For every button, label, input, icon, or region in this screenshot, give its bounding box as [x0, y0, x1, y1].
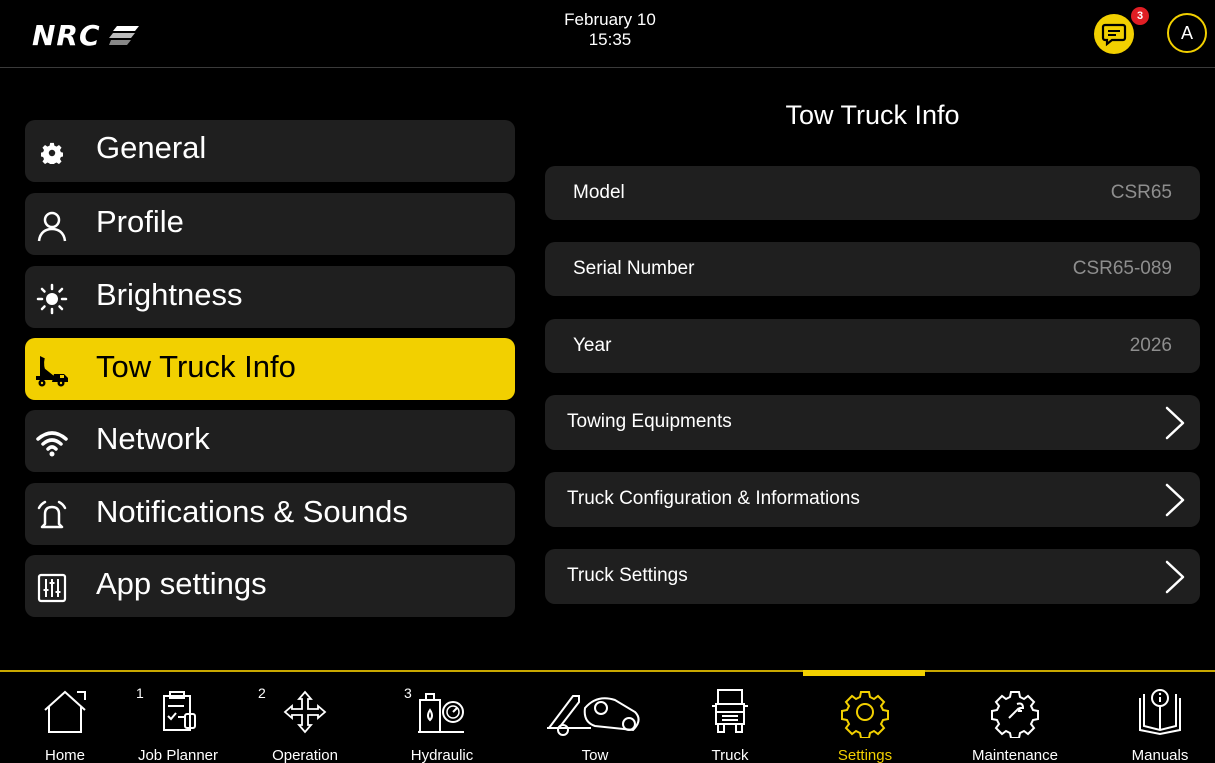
messages-badge: 3: [1131, 7, 1149, 25]
tab-settings[interactable]: Settings: [815, 672, 915, 763]
info-value: CSR65-089: [1072, 258, 1172, 279]
tab-label: Operation: [272, 747, 338, 763]
bell-icon: [33, 497, 71, 535]
info-label: Serial Number: [573, 258, 695, 279]
wifi-icon: [33, 424, 71, 462]
tab-number: 3: [404, 685, 412, 701]
link-label: Towing Equipments: [567, 411, 732, 432]
bottom-nav: Home 1 Job Planner 2 Operation 3 Hydraul…: [0, 670, 1215, 763]
info-row-serial-number: Serial Number CSR65-089: [545, 242, 1200, 296]
maintenance-gear-icon: [991, 691, 1039, 738]
hydraulic-gauge-icon: [418, 693, 464, 733]
menu-item-network[interactable]: Network: [25, 410, 515, 472]
link-label: Truck Configuration & Informations: [567, 488, 860, 509]
sliders-icon: [33, 569, 71, 607]
menu-label: Network: [96, 421, 210, 456]
menu-item-app-settings[interactable]: App settings: [25, 555, 515, 617]
link-label: Truck Settings: [567, 565, 688, 586]
menu-label: Tow Truck Info: [96, 349, 296, 384]
tab-label: Manuals: [1131, 747, 1189, 763]
link-truck-settings[interactable]: Truck Settings: [545, 549, 1200, 604]
tab-label: Tow: [581, 747, 609, 763]
logo-mark-icon: [108, 26, 139, 45]
truck-front-icon: [712, 689, 748, 733]
link-towing-equipments[interactable]: Towing Equipments: [545, 395, 1200, 450]
tab-label: Maintenance: [972, 747, 1058, 763]
sun-icon: [33, 280, 71, 318]
tab-home[interactable]: Home: [30, 672, 100, 763]
top-bar: NRC February 10 15:35: [0, 0, 1215, 68]
tab-label: Settings: [837, 747, 893, 763]
tow-icon: [547, 695, 640, 736]
panel-title: Tow Truck Info: [785, 100, 960, 130]
menu-item-general[interactable]: General: [25, 120, 515, 182]
date-time: February 10 15:35: [560, 10, 660, 50]
info-row-year: Year 2026: [545, 319, 1200, 373]
info-label: Year: [573, 335, 612, 356]
tab-label: Truck: [711, 747, 749, 763]
messages-button[interactable]: [1094, 14, 1134, 54]
tab-label: Job Planner: [137, 747, 219, 763]
tab-label: Home: [44, 747, 85, 763]
gear-icon: [33, 134, 71, 172]
menu-label: General: [96, 130, 207, 165]
chevron-right-icon: [1165, 483, 1185, 517]
tow-truck-icon: [33, 352, 71, 390]
tab-tow[interactable]: Tow: [540, 672, 650, 763]
user-icon: [33, 207, 71, 245]
menu-item-brightness[interactable]: Brightness: [25, 266, 515, 328]
chat-icon: [1101, 23, 1127, 47]
tab-truck[interactable]: Truck: [690, 672, 770, 763]
home-icon: [44, 690, 86, 733]
chevron-right-icon: [1165, 406, 1185, 440]
tab-operation[interactable]: 2 Operation: [250, 672, 360, 763]
tab-number: 1: [136, 685, 144, 701]
menu-label: App settings: [96, 566, 267, 601]
logo-text: NRC: [32, 18, 101, 52]
avatar[interactable]: A: [1167, 13, 1207, 53]
clipboard-icon: [163, 691, 196, 731]
menu-item-notifications[interactable]: Notifications & Sounds: [25, 483, 515, 545]
book-info-icon: [1139, 689, 1181, 736]
menu-label: Brightness: [96, 277, 243, 312]
move-arrows-icon: [283, 690, 327, 734]
gear-icon: [841, 691, 889, 738]
link-truck-configuration[interactable]: Truck Configuration & Informations: [545, 472, 1200, 527]
tab-number: 2: [258, 685, 266, 701]
time-text: 15:35: [588, 30, 632, 49]
info-row-model: Model CSR65: [545, 166, 1200, 220]
menu-item-profile[interactable]: Profile: [25, 193, 515, 255]
active-tab-indicator: [803, 670, 925, 676]
nrc-logo: NRC: [32, 18, 139, 52]
info-value: CSR65: [1110, 182, 1172, 203]
tab-manuals[interactable]: Manuals: [1120, 672, 1200, 763]
date-text: February 10: [564, 10, 656, 29]
menu-label: Profile: [96, 204, 184, 239]
tab-hydraulic[interactable]: 3 Hydraulic: [392, 672, 492, 763]
chevron-right-icon: [1165, 560, 1185, 594]
tab-maintenance[interactable]: Maintenance: [960, 672, 1070, 763]
menu-item-tow-truck-info[interactable]: Tow Truck Info: [25, 338, 515, 400]
tab-job-planner[interactable]: 1 Job Planner: [128, 672, 228, 763]
menu-label: Notifications & Sounds: [96, 494, 408, 529]
tab-label: Hydraulic: [410, 747, 474, 763]
info-value: 2026: [1129, 335, 1172, 356]
info-label: Model: [573, 182, 625, 203]
